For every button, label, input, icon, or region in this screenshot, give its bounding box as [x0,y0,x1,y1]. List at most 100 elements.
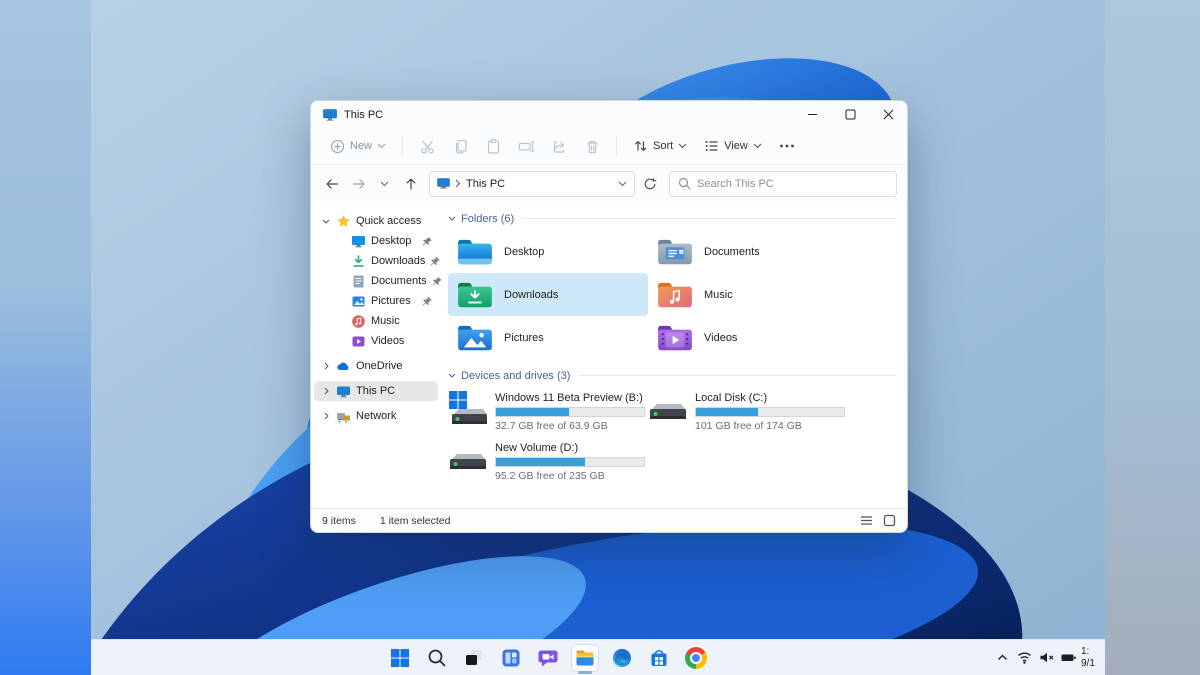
sidebar-item-music[interactable]: Music [314,311,438,331]
paste-button[interactable] [478,133,508,159]
view-label: View [724,140,748,152]
ellipsis-icon [779,144,794,148]
network-icon [337,412,350,423]
new-button[interactable]: New [323,134,393,159]
sort-arrows-icon [635,141,647,151]
sidebar-item-desktop[interactable]: Desktop [314,231,438,251]
back-arrow-icon [326,178,338,189]
windows-desktop: This PC New Sort View This PC Search Thi… [91,0,1105,675]
start-button[interactable] [387,645,413,671]
chevron-right-icon [324,362,329,370]
chat-icon [538,650,558,666]
folders-section-header[interactable]: Folders (6) [448,210,897,227]
sidebar-item-videos[interactable]: Videos [314,331,438,351]
clock-time: 1: [1081,646,1090,657]
view-button[interactable]: View [697,134,769,158]
search-icon [428,649,446,666]
chevron-down-icon[interactable] [618,181,627,187]
drives-section-header[interactable]: Devices and drives (3) [448,367,897,384]
pin-icon[interactable] [432,276,441,287]
wifi-button[interactable] [1015,648,1034,667]
widgets-button[interactable] [498,645,524,671]
sort-label: Sort [653,140,674,152]
address-bar-row: This PC [311,165,907,202]
pin-icon[interactable] [422,296,433,307]
sidebar-item-network[interactable]: Network [314,406,438,426]
share-button[interactable] [544,133,574,159]
maximize-icon [845,109,855,120]
tray-chevron-up-button[interactable] [993,648,1012,667]
sidebar-item-downloads[interactable]: Downloads [314,251,441,271]
file-explorer-button[interactable] [572,644,598,674]
search-box[interactable] [669,170,897,197]
folder-tile-videos[interactable]: Videos [648,316,848,359]
task-view-icon [466,649,482,665]
hard-drive-icon [450,454,486,469]
folder-tile-documents[interactable]: Documents [648,230,848,273]
forward-button[interactable] [347,172,370,196]
search-button[interactable] [424,645,450,671]
folder-tile-desktop[interactable]: Desktop [448,230,648,273]
breadcrumb[interactable]: This PC [466,178,505,190]
refresh-button[interactable] [638,172,662,196]
folder-tile-music[interactable]: Music [648,273,848,316]
maximize-button[interactable] [831,101,869,128]
pictures-icon [352,296,365,306]
rename-button[interactable] [511,133,541,159]
microsoft-store-icon [651,649,667,666]
pictures-folder-icon [458,325,492,350]
folder-tile-downloads[interactable]: Downloads [448,273,648,316]
chevron-down-icon [448,373,456,378]
sidebar-item-documents[interactable]: Documents [314,271,441,291]
chevron-down-icon [448,216,456,221]
chevron-down-icon [753,143,762,149]
sidebar-item-this-pc[interactable]: This PC [314,381,438,401]
items-count: 9 items [322,514,356,527]
selection-count: 1 item selected [379,514,451,527]
cut-button[interactable] [412,133,442,159]
clock[interactable]: 1: 9/1 [1081,646,1105,669]
taskbar: 1: 9/1 [91,640,1105,675]
more-options-button[interactable] [772,133,802,159]
edge-button[interactable] [609,645,635,671]
large-icons-view-toggle[interactable] [883,514,896,527]
chevron-down-icon [678,143,687,149]
copy-button[interactable] [445,133,475,159]
recent-locations-button[interactable] [373,172,396,196]
sort-button[interactable]: Sort [626,134,694,158]
chat-button[interactable] [535,645,561,671]
volume-button[interactable] [1037,648,1056,667]
toolbar-separator [402,136,404,156]
store-button[interactable] [646,645,672,671]
title-bar[interactable]: This PC [311,101,907,128]
details-view-toggle[interactable] [860,514,873,527]
up-button[interactable] [399,172,422,196]
downloads-folder-icon [458,282,492,307]
items-view: Folders (6) Desktop Documents Downloads … [441,202,907,508]
minimize-button[interactable] [793,101,831,128]
drive-tile-c[interactable]: Local Disk (C:) 101 GB free of 174 GB [648,390,848,432]
battery-button[interactable] [1059,648,1078,667]
drive-tile-d[interactable]: New Volume (D:) 95.2 GB free of 235 GB [448,440,648,482]
close-button[interactable] [869,101,907,128]
chrome-button[interactable] [683,645,709,671]
file-explorer-icon [576,650,594,665]
delete-button[interactable] [577,133,607,159]
view-list-icon [705,141,718,151]
desktop-folder-icon [458,239,492,264]
address-box[interactable]: This PC [429,170,635,197]
sidebar-item-quick-access[interactable]: Quick access [314,211,438,231]
navigation-pane: Quick access Desktop Downloads Documents… [311,202,441,508]
share-icon [552,140,564,153]
drives-grid: Windows 11 Beta Preview (B:) 32.7 GB fre… [448,390,897,482]
pin-icon[interactable] [430,256,441,267]
folder-tile-pictures[interactable]: Pictures [448,316,648,359]
sidebar-item-pictures[interactable]: Pictures [314,291,438,311]
music-icon [352,314,365,328]
task-view-button[interactable] [461,645,487,671]
sidebar-item-onedrive[interactable]: OneDrive [314,356,438,376]
pin-icon[interactable] [422,236,433,247]
search-input[interactable] [697,177,888,190]
back-button[interactable] [321,172,344,196]
drive-tile-b[interactable]: Windows 11 Beta Preview (B:) 32.7 GB fre… [448,390,648,432]
